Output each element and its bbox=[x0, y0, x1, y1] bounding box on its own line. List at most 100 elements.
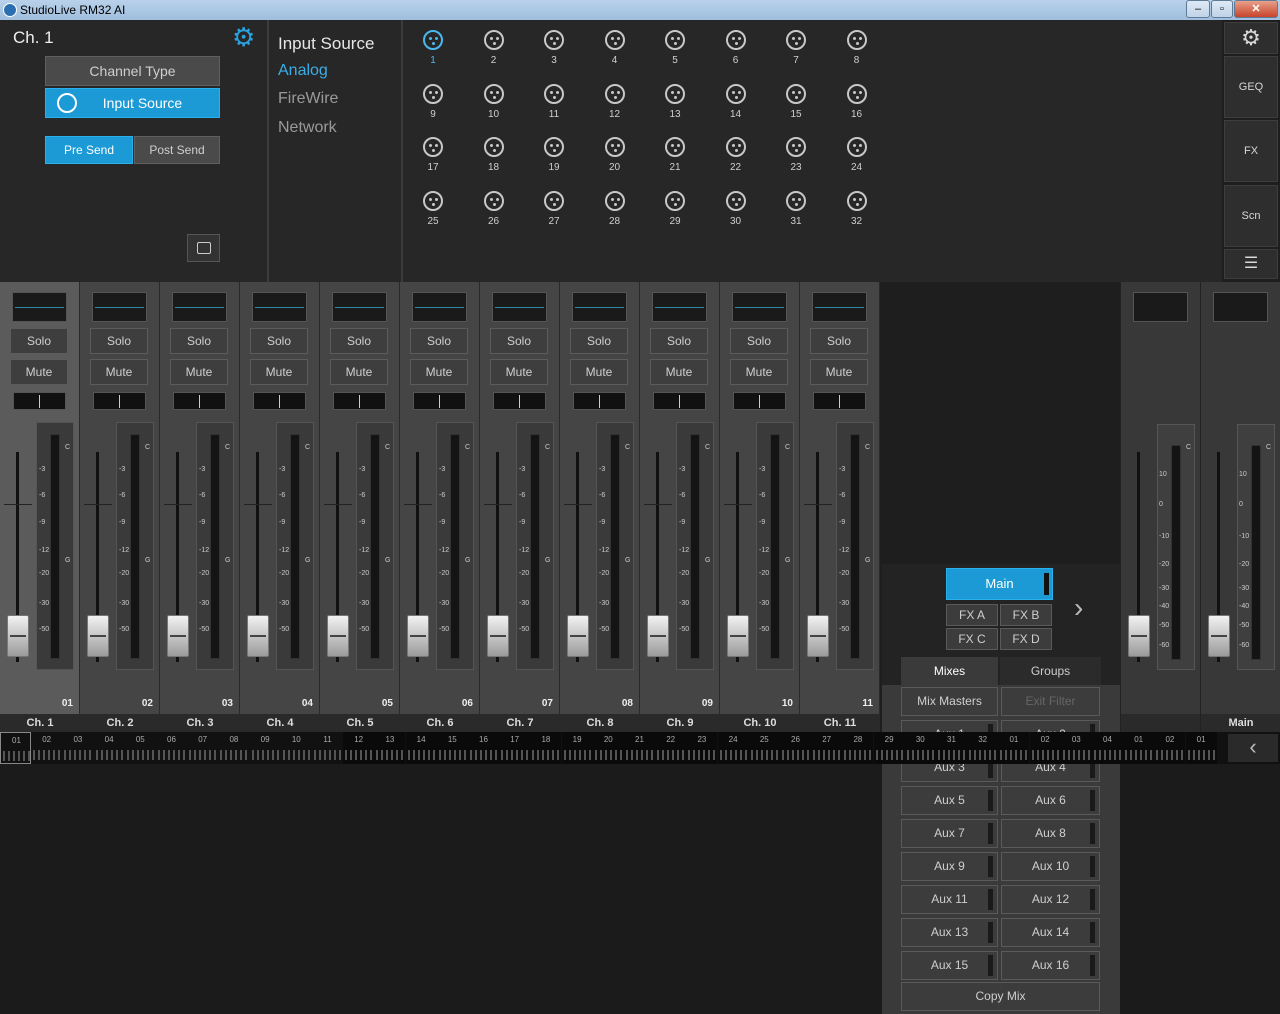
pan-control[interactable] bbox=[653, 392, 706, 410]
nav-channel-cell[interactable]: 25 bbox=[748, 732, 780, 764]
fx-a-button[interactable]: FX A bbox=[946, 604, 998, 626]
mute-button[interactable]: Mute bbox=[570, 359, 628, 385]
nav-channel-cell[interactable]: 27 bbox=[811, 732, 843, 764]
master-scribble-strip[interactable] bbox=[1133, 292, 1188, 322]
fx-d-button[interactable]: FX D bbox=[1000, 628, 1052, 650]
xlr-input-icon[interactable] bbox=[604, 30, 625, 50]
xlr-input-icon[interactable] bbox=[483, 190, 504, 211]
xlr-input-icon[interactable] bbox=[846, 30, 867, 50]
nav-channel-cell[interactable]: 22 bbox=[655, 732, 687, 764]
tab-mixes[interactable]: Mixes bbox=[901, 657, 998, 685]
fader-knob[interactable] bbox=[247, 615, 269, 657]
pan-control[interactable] bbox=[173, 392, 226, 410]
pan-control[interactable] bbox=[413, 392, 466, 410]
xlr-input-icon[interactable] bbox=[604, 190, 625, 211]
fader-knob[interactable] bbox=[327, 615, 349, 657]
aux-mix-button[interactable]: Aux 15 bbox=[901, 951, 998, 980]
xlr-input-icon[interactable] bbox=[665, 30, 685, 50]
mute-button[interactable]: Mute bbox=[10, 359, 68, 385]
xlr-input-icon[interactable] bbox=[725, 137, 746, 157]
solo-button[interactable]: Solo bbox=[330, 328, 388, 354]
mute-button[interactable]: Mute bbox=[170, 359, 228, 385]
channel-scribble-strip[interactable] bbox=[12, 292, 67, 322]
xlr-input-icon[interactable] bbox=[725, 30, 746, 50]
xlr-input-icon[interactable] bbox=[604, 137, 625, 157]
nav-channel-cell[interactable]: 29 bbox=[873, 732, 905, 764]
fx-b-button[interactable]: FX B bbox=[1000, 604, 1052, 626]
xlr-input-icon[interactable] bbox=[786, 137, 806, 157]
fader-knob[interactable] bbox=[567, 615, 589, 657]
xlr-input-icon[interactable] bbox=[604, 83, 625, 104]
nav-channel-cell[interactable]: 21 bbox=[624, 732, 655, 764]
channel-scribble-strip[interactable] bbox=[92, 292, 147, 322]
nav-channel-cell[interactable]: 04 bbox=[94, 732, 125, 764]
mute-button[interactable]: Mute bbox=[490, 359, 548, 385]
channel-scribble-strip[interactable] bbox=[572, 292, 627, 322]
nav-channel-cell[interactable]: 15 bbox=[436, 732, 468, 764]
fx-button[interactable]: FX bbox=[1224, 120, 1278, 182]
solo-button[interactable]: Solo bbox=[650, 328, 708, 354]
nav-channel-cell[interactable]: 01 bbox=[0, 732, 31, 764]
solo-button[interactable]: Solo bbox=[10, 328, 68, 354]
pan-control[interactable] bbox=[93, 392, 146, 410]
nav-channel-cell[interactable]: 23 bbox=[686, 732, 718, 764]
solo-button[interactable]: Solo bbox=[170, 328, 228, 354]
xlr-input-icon[interactable] bbox=[786, 83, 806, 104]
nav-channel-cell[interactable]: 08 bbox=[218, 732, 249, 764]
mix-masters-button[interactable]: Mix Masters bbox=[901, 687, 998, 716]
nav-channel-cell[interactable]: 28 bbox=[842, 732, 874, 764]
mute-button[interactable]: Mute bbox=[90, 359, 148, 385]
xlr-input-icon[interactable] bbox=[786, 30, 806, 50]
solo-button[interactable]: Solo bbox=[730, 328, 788, 354]
nav-channel-cell[interactable]: 16 bbox=[468, 732, 499, 764]
nav-channel-cell[interactable]: 12 bbox=[343, 732, 375, 764]
list-menu-icon[interactable]: ☰ bbox=[1224, 249, 1278, 279]
xlr-input-icon[interactable] bbox=[483, 83, 504, 104]
pan-control[interactable] bbox=[493, 392, 546, 410]
nav-channel-cell[interactable]: 03 bbox=[62, 732, 93, 764]
aux-mix-button[interactable]: Aux 13 bbox=[901, 918, 998, 947]
nav-channel-cell[interactable]: 24 bbox=[717, 732, 749, 764]
nav-channel-cell[interactable]: 06 bbox=[156, 732, 187, 764]
aux-mix-button[interactable]: Aux 5 bbox=[901, 786, 998, 815]
pan-control[interactable] bbox=[733, 392, 786, 410]
master-scribble-strip[interactable] bbox=[1213, 292, 1268, 322]
xlr-input-icon[interactable] bbox=[483, 30, 504, 50]
pre-send-button[interactable]: Pre Send bbox=[45, 136, 133, 164]
xlr-input-icon[interactable] bbox=[483, 137, 504, 157]
pan-control[interactable] bbox=[813, 392, 866, 410]
master-name[interactable]: Main bbox=[1201, 714, 1280, 732]
nav-channel-cell[interactable]: 13 bbox=[374, 732, 406, 764]
xlr-input-icon[interactable] bbox=[423, 190, 443, 211]
nav-channel-cell[interactable]: 10 bbox=[281, 732, 312, 764]
master-fader-knob[interactable] bbox=[1208, 615, 1230, 657]
channel-scribble-strip[interactable] bbox=[252, 292, 307, 322]
xlr-input-icon[interactable] bbox=[544, 30, 564, 50]
nav-channel-cell[interactable]: 09 bbox=[250, 732, 281, 764]
nav-channel-cell[interactable]: 07 bbox=[187, 732, 218, 764]
channel-name[interactable]: Ch. 1 bbox=[0, 714, 80, 732]
mute-button[interactable]: Mute bbox=[730, 359, 788, 385]
pan-control[interactable] bbox=[13, 392, 66, 410]
xlr-input-icon[interactable] bbox=[544, 137, 564, 157]
source-option-analog[interactable]: Analog bbox=[278, 62, 328, 80]
xlr-input-icon[interactable] bbox=[665, 137, 685, 157]
mute-button[interactable]: Mute bbox=[410, 359, 468, 385]
maximize-button[interactable]: ▫ bbox=[1211, 0, 1233, 18]
fader-knob[interactable] bbox=[167, 615, 189, 657]
solo-button[interactable]: Solo bbox=[490, 328, 548, 354]
nav-channel-cell[interactable]: 02 bbox=[1154, 732, 1186, 764]
channel-name[interactable]: Ch. 8 bbox=[560, 714, 640, 732]
channel-scribble-strip[interactable] bbox=[412, 292, 467, 322]
scenes-button[interactable]: Scn bbox=[1224, 185, 1278, 247]
xlr-input-icon[interactable] bbox=[423, 83, 443, 104]
xlr-input-icon[interactable] bbox=[846, 137, 867, 157]
xlr-input-icon[interactable] bbox=[544, 83, 564, 104]
nav-channel-cell[interactable]: 03 bbox=[1060, 732, 1092, 764]
fader-knob[interactable] bbox=[7, 615, 29, 657]
nav-channel-cell[interactable]: 30 bbox=[904, 732, 936, 764]
channel-name[interactable]: Ch. 2 bbox=[80, 714, 160, 732]
mute-button[interactable]: Mute bbox=[650, 359, 708, 385]
aux-mix-button[interactable]: Aux 8 bbox=[1001, 819, 1100, 848]
channel-name[interactable]: Ch. 10 bbox=[720, 714, 800, 732]
